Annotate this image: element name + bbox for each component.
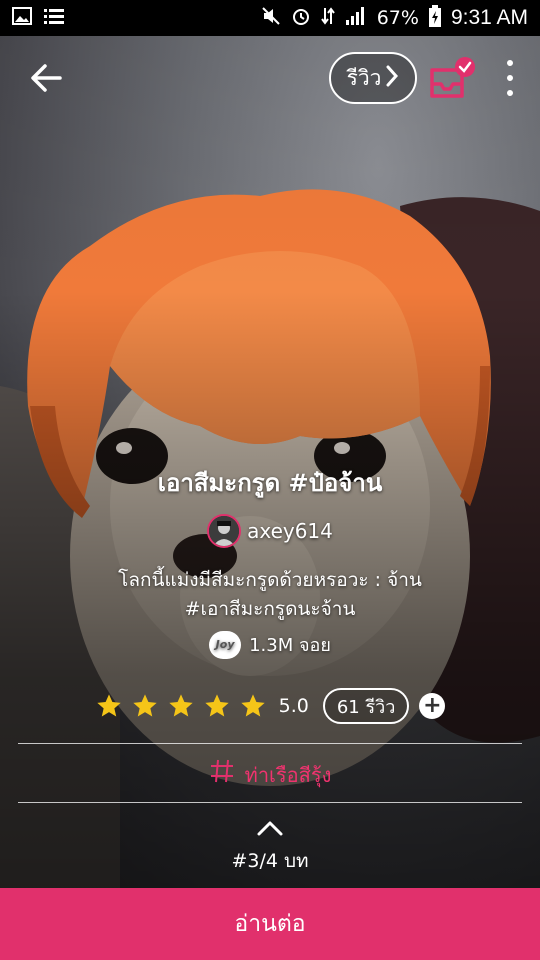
hashtag-icon <box>209 758 235 791</box>
avatar <box>207 514 242 548</box>
signal-icon <box>345 6 367 31</box>
chapter-progress[interactable]: #3/4 บท <box>0 846 540 876</box>
continue-reading-button[interactable]: อ่านต่อ <box>0 888 540 960</box>
star-icon <box>239 692 267 720</box>
story-tag[interactable]: ท่าเรือสีรุ้ง <box>0 758 540 791</box>
battery-percent: 67% <box>376 7 419 29</box>
reviews-count-label: 61 รีวิว <box>336 696 396 718</box>
author-name: axey614 <box>247 519 333 543</box>
mute-icon <box>261 6 281 31</box>
joy-count-row: Joy 1.3M จอย <box>0 630 540 659</box>
divider <box>18 743 522 744</box>
description-line-1: โลกนี้แม่งมีสีมะกรูดด้วยหรอวะ : จ้าน <box>118 569 422 591</box>
story-title: เอาสีมะกรูด #ป๋อจ้าน <box>157 469 383 497</box>
gallery-notification-icon <box>12 6 32 30</box>
status-bar: 67% 9:31 AM <box>0 0 540 36</box>
star-icon <box>167 692 195 720</box>
star-icon <box>131 692 159 720</box>
alarm-icon <box>291 6 311 31</box>
author-row[interactable]: axey614 <box>0 514 540 548</box>
story-description: โลกนี้แม่งมีสีมะกรูดด้วยหรอวะ : จ้าน #เอ… <box>0 566 540 624</box>
list-notification-icon <box>44 7 64 30</box>
joy-count: 1.3M จอย <box>249 635 331 656</box>
battery-icon <box>428 4 441 32</box>
more-vertical-icon[interactable] <box>500 60 520 96</box>
data-transfer-icon <box>320 6 335 31</box>
inbox-check-icon[interactable] <box>428 56 478 100</box>
reviews-count-button[interactable]: 61 รีวิว <box>322 688 410 724</box>
divider <box>18 802 522 803</box>
rating-value: 5.0 <box>278 695 309 717</box>
continue-reading-label: อ่านต่อ <box>234 911 306 937</box>
review-button-label: รีวิว <box>346 65 382 90</box>
story-tag-label: ท่าเรือสีรุ้ง <box>244 762 332 787</box>
star-rating <box>95 692 267 720</box>
rating-row: 5.0 61 รีวิว + <box>0 688 540 724</box>
star-icon <box>203 692 231 720</box>
review-button[interactable]: รีวิว <box>329 52 417 104</box>
joy-icon: Joy <box>209 630 242 659</box>
plus-icon[interactable]: + <box>419 693 446 719</box>
clock: 9:31 AM <box>450 6 528 29</box>
chevron-up-icon[interactable] <box>255 818 285 838</box>
star-icon <box>95 692 123 720</box>
description-line-2: #เอาสีมะกรูดนะจ้าน <box>184 598 356 620</box>
chevron-right-icon <box>385 64 399 93</box>
back-arrow-icon[interactable] <box>26 58 66 98</box>
